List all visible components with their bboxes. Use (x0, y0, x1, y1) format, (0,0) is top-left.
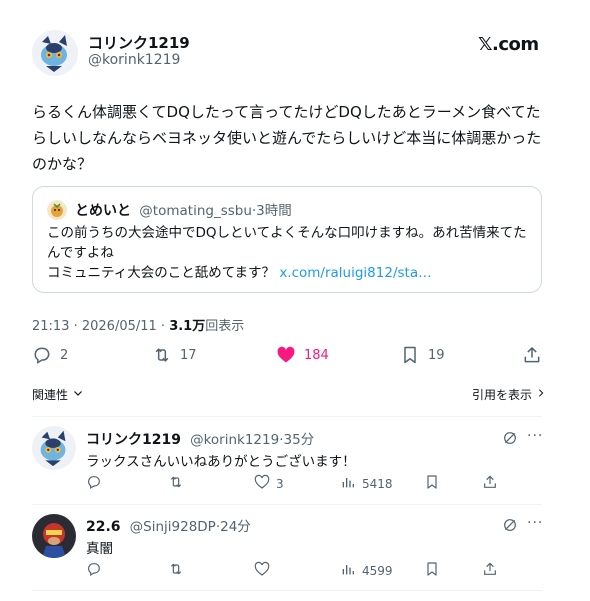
share-icon (482, 561, 498, 580)
bookmark-button[interactable]: 19 (400, 345, 445, 365)
reply-button[interactable]: 2 (32, 345, 68, 365)
repost-button[interactable] (168, 561, 190, 580)
quote-text-line: この前うちの大会途中でDQしといてよくそんな口叩けますね。あれ苦情来てた (47, 225, 527, 241)
bookmark-button[interactable] (424, 474, 440, 493)
more-icon[interactable]: ··· (527, 428, 543, 444)
reply-count: 2 (60, 347, 69, 363)
quoted-post[interactable]: とめいと @tomating_ssbu·3時間 この前うちの大会途中でDQしとい… (32, 186, 542, 293)
quote-link[interactable]: x.com/raluigi812/sta… (279, 265, 431, 281)
quote-text-line-body: コミュニティ大会のこと舐めてます？ (47, 265, 280, 281)
reply-icon (86, 561, 102, 580)
share-icon (482, 474, 498, 493)
quote-author-handle[interactable]: @tomating_ssbu (139, 203, 252, 219)
views-label: 回表示 (205, 319, 245, 334)
divider (32, 504, 542, 505)
more-icon[interactable]: ··· (527, 515, 543, 531)
author-avatar[interactable] (32, 30, 78, 76)
reply-button[interactable] (86, 561, 108, 580)
post-text-line: らるくん体調悪くてDQしたって言ってたけどDQしたあとラーメン食べてた (32, 103, 541, 121)
views-count: 5418 (362, 476, 393, 491)
like-button[interactable]: 184 (276, 345, 329, 365)
divider (32, 590, 542, 591)
post-timestamp[interactable]: 21:13 · 2026/05/11 · (32, 319, 169, 334)
grok-icon[interactable] (502, 517, 518, 537)
author-name[interactable]: コリンク1219 (88, 32, 190, 53)
like-button[interactable]: 3 (254, 474, 284, 493)
reply-avatar[interactable] (32, 426, 76, 470)
quote-author-name[interactable]: とめいと (75, 203, 131, 219)
reply-time: ·24分 (215, 519, 251, 535)
views-button[interactable]: 4599 (340, 561, 393, 580)
bookmark-icon (424, 561, 440, 580)
repost-button[interactable]: 17 (152, 345, 197, 365)
reply-text: 真闇 (86, 541, 113, 557)
share-button[interactable] (482, 474, 498, 493)
analytics-icon (340, 561, 356, 580)
share-button[interactable] (522, 345, 542, 365)
related-label: 関連性 (32, 388, 69, 402)
grok-icon[interactable] (502, 430, 518, 450)
heart-filled-icon (276, 345, 296, 365)
repost-button[interactable] (168, 474, 190, 493)
reply-author-handle[interactable]: @korink1219 (190, 432, 279, 448)
quote-header: とめいと @tomating_ssbu·3時間 (75, 199, 292, 220)
view-quotes-link[interactable]: 引用を表示 (472, 386, 546, 403)
quote-text-line: んですよね (47, 245, 114, 261)
reply-avatar[interactable] (32, 514, 76, 558)
divider (32, 416, 542, 417)
reply-text: ラックスさんいいねありがとうございます！ (86, 454, 356, 470)
post-text-line: らしいしなんならベヨネッタ使いと遊んでたらしいけど本当に体調悪かった (32, 129, 542, 147)
quote-text-line: コミュニティ大会のこと舐めてます？ x.com/raluigi812/sta… (47, 263, 537, 283)
reply-icon (32, 345, 52, 365)
reply-author-name[interactable]: 22.6 (86, 519, 121, 535)
repost-icon (168, 474, 184, 493)
bookmark-icon (424, 474, 440, 493)
related-sort[interactable]: 関連性 (32, 386, 84, 403)
post-text: らるくん体調悪くてDQしたって言ってたけどDQしたあとラーメン食べてた らしいし… (32, 99, 562, 177)
chevron-down-icon (72, 387, 84, 402)
views-button[interactable]: 5418 (340, 474, 393, 493)
reply-button[interactable] (86, 474, 108, 493)
post-text-line: のかな？ (32, 155, 93, 173)
heart-icon (254, 474, 270, 493)
share-icon (522, 345, 542, 365)
like-button[interactable] (254, 561, 276, 580)
like-count: 184 (304, 347, 329, 363)
quote-avatar (47, 200, 67, 220)
reply-author-name[interactable]: コリンク1219 (86, 432, 181, 448)
reply-icon (86, 474, 102, 493)
post-meta: 21:13 · 2026/05/11 · 3.1万回表示 (32, 315, 244, 334)
repost-count: 17 (180, 347, 197, 363)
quote-time: ·3時間 (251, 203, 292, 219)
quote-text: この前うちの大会途中でDQしといてよくそんな口叩けますね。あれ苦情来てた んです… (47, 223, 537, 283)
author-handle[interactable]: @korink1219 (88, 52, 180, 68)
bookmark-icon (400, 345, 420, 365)
share-button[interactable] (482, 561, 498, 580)
bookmark-count: 19 (428, 347, 445, 363)
heart-icon (254, 561, 270, 580)
like-count: 3 (276, 476, 284, 491)
x-logo[interactable]: 𝕏.com (478, 34, 539, 55)
views-count: 4599 (362, 563, 393, 578)
reply-header: コリンク1219 @korink1219·35分 (86, 428, 314, 449)
reply-time: ·35分 (279, 432, 315, 448)
bookmark-button[interactable] (424, 561, 440, 580)
views-count: 3.1万 (169, 319, 206, 334)
reply-author-handle[interactable]: @Sinji928DP (130, 519, 216, 535)
reply-header: 22.6 @Sinji928DP·24分 (86, 515, 251, 535)
view-quotes-label: 引用を表示 (472, 388, 533, 402)
repost-icon (168, 561, 184, 580)
analytics-icon (340, 474, 356, 493)
repost-icon (152, 345, 172, 365)
chevron-right-icon (536, 387, 546, 402)
